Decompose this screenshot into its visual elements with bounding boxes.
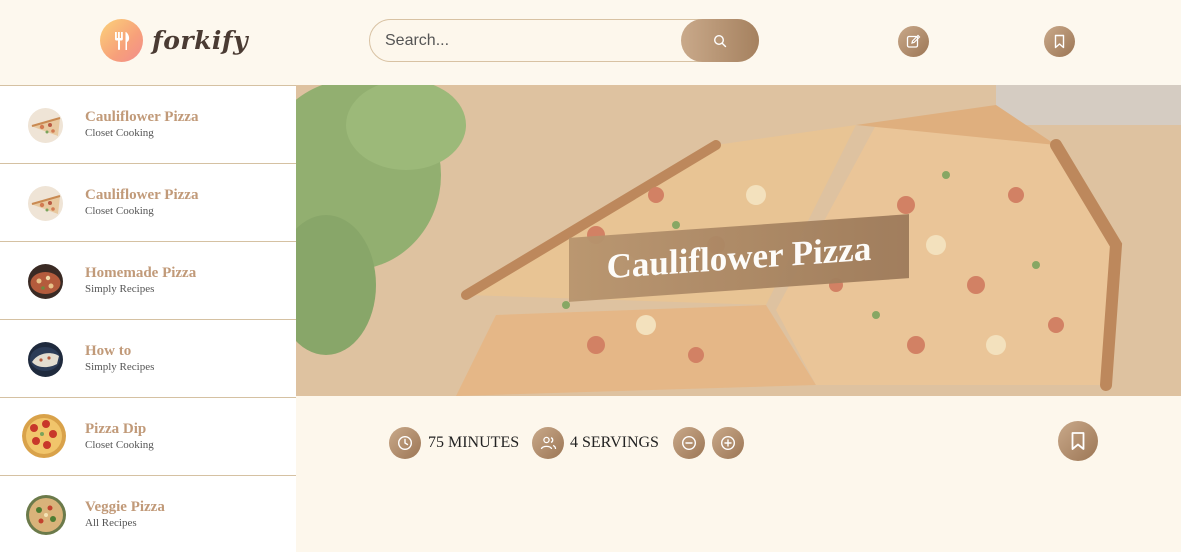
search-input[interactable] <box>385 29 675 53</box>
search-icon <box>713 34 727 47</box>
result-title: Veggie Pizza <box>85 499 165 515</box>
result-item[interactable]: Pizza Dip Closet Cooking <box>0 398 296 476</box>
result-title: Pizza Dip <box>85 421 147 437</box>
recipe-image: Cauliflower Pizza <box>296 85 1181 396</box>
result-publisher: Closet Cooking <box>85 205 154 217</box>
result-item[interactable]: Cauliflower Pizza Closet Cooking <box>0 86 296 164</box>
servings: 4 SERVINGS <box>570 434 659 452</box>
search-results: Cauliflower Pizza Closet Cooking Caulifl… <box>0 85 296 552</box>
result-publisher: All Recipes <box>85 517 137 529</box>
header: forkify <box>0 0 1181 85</box>
result-item[interactable]: Cauliflower Pizza Closet Cooking <box>0 164 296 242</box>
cooking-time: 75 MINUTES <box>428 434 519 452</box>
bookmark-icon <box>1071 432 1085 450</box>
result-publisher: Closet Cooking <box>85 127 154 139</box>
result-thumbnail <box>26 495 66 535</box>
plus-circle-icon <box>720 435 736 451</box>
result-item[interactable]: Homemade Pizza Simply Recipes <box>0 242 296 320</box>
result-publisher: Simply Recipes <box>85 361 155 373</box>
result-title: Cauliflower Pizza <box>85 109 199 125</box>
logo-text: forkify <box>152 26 249 55</box>
bookmark-recipe-button[interactable] <box>1058 421 1098 461</box>
clock-icon <box>389 427 421 459</box>
result-thumbnail <box>28 264 63 299</box>
fork-knife-icon <box>100 19 143 62</box>
result-thumbnail <box>22 412 70 460</box>
minutes-label: MINUTES <box>448 434 520 451</box>
users-icon <box>532 427 564 459</box>
edit-icon <box>906 34 921 48</box>
result-publisher: Simply Recipes <box>85 283 155 295</box>
servings-value: 4 <box>570 434 578 451</box>
result-thumbnail <box>28 108 63 143</box>
minutes-value: 75 <box>428 434 444 451</box>
bookmarks-button[interactable] <box>1044 26 1075 57</box>
result-title: Homemade Pizza <box>85 265 197 281</box>
result-thumbnail <box>28 342 63 377</box>
servings-label: SERVINGS <box>582 434 659 451</box>
bookmark-icon <box>1054 34 1065 49</box>
minus-circle-icon <box>681 435 697 451</box>
result-title: Cauliflower Pizza <box>85 187 199 203</box>
increase-servings-button[interactable] <box>712 427 744 459</box>
result-thumbnail <box>28 186 63 221</box>
logo[interactable]: forkify <box>100 19 248 62</box>
search-form <box>369 19 759 62</box>
add-recipe-button[interactable] <box>898 26 929 57</box>
recipe-details: 75 MINUTES 4 SERVINGS <box>296 396 1181 552</box>
search-button[interactable] <box>681 19 759 62</box>
decrease-servings-button[interactable] <box>673 427 705 459</box>
result-title: How to <box>85 343 132 359</box>
result-item[interactable]: How to Simply Recipes <box>0 320 296 398</box>
result-publisher: Closet Cooking <box>85 439 154 451</box>
result-item[interactable]: Veggie Pizza All Recipes <box>0 476 296 552</box>
